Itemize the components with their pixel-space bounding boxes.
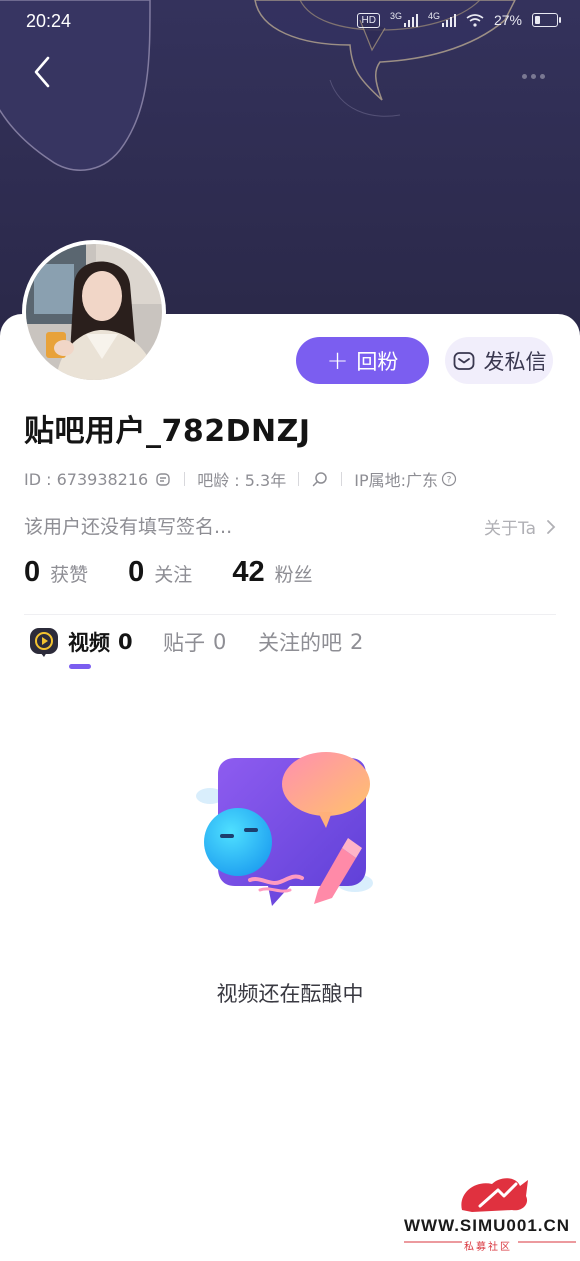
mail-icon — [453, 351, 474, 370]
watermark-subtitle: 私募社区 — [464, 1242, 512, 1253]
tab-count: 2 — [350, 630, 364, 654]
divider — [341, 472, 343, 486]
more-dots-icon — [522, 74, 527, 79]
stat-label: 获赞 — [50, 564, 89, 586]
plus-icon: + — [326, 345, 349, 376]
chevron-left-icon — [34, 56, 50, 88]
copy-id-button[interactable] — [154, 470, 172, 488]
signal-icon — [403, 13, 418, 27]
status-time: 20:24 — [26, 11, 72, 31]
search-icon — [312, 472, 327, 487]
follow-back-label: 回粉 — [356, 349, 399, 374]
active-tab-indicator — [69, 664, 91, 669]
avatar[interactable] — [22, 240, 166, 384]
divider — [184, 472, 186, 486]
tab-count: 0 — [118, 630, 133, 654]
back-button[interactable] — [30, 52, 60, 92]
watermark-url: WWW.SIMU001.CN — [404, 1216, 571, 1235]
divider — [298, 472, 300, 486]
status-bar: 20:24 HD 3G 4G 27% — [0, 0, 580, 44]
tab-followed-bars[interactable]: 关注的吧 2 — [258, 622, 363, 662]
battery-icon — [532, 13, 561, 27]
help-icon: ? — [441, 471, 457, 487]
video-play-icon — [30, 628, 58, 657]
network-3g-indicator: 3G — [390, 11, 418, 27]
follow-back-button[interactable]: + 回粉 — [296, 337, 429, 384]
empty-state-text: 视频还在酝酿中 — [216, 982, 364, 1006]
copy-icon — [156, 473, 170, 486]
hd-badge: HD — [357, 12, 380, 28]
tab-label: 关注的吧 — [258, 631, 342, 655]
stat-following[interactable]: 0 关注 — [128, 556, 192, 589]
tab-videos[interactable]: 视频 0 — [28, 622, 133, 662]
stat-number: 0 — [128, 556, 145, 588]
username: 贴吧用户_782DNZJ — [24, 414, 311, 449]
stat-fans[interactable]: 42 粉丝 — [232, 556, 312, 589]
bio-row: 该用户还没有填写签名... 关于Ta — [24, 512, 556, 540]
stat-number: 0 — [24, 556, 41, 588]
tab-count: 0 — [213, 630, 227, 654]
user-id: ID : 673938216 — [24, 469, 149, 489]
empty-state-illustration — [190, 748, 380, 918]
tab-label: 视频 — [68, 631, 110, 655]
about-ta-label: 关于Ta — [484, 519, 536, 539]
stat-label: 关注 — [154, 564, 193, 586]
tab-posts[interactable]: 贴子 0 — [163, 622, 226, 662]
network-4g-indicator: 4G — [428, 11, 456, 27]
ip-help-button[interactable]: ? — [441, 471, 457, 487]
section-divider — [24, 614, 556, 615]
search-badge-button[interactable] — [311, 470, 329, 488]
chevron-right-icon — [547, 519, 556, 534]
profile-meta: ID : 673938216 吧龄 : 5.3年 IP属地:广东 ? — [24, 467, 457, 491]
stat-label: 粉丝 — [274, 564, 313, 586]
tab-label: 贴子 — [163, 631, 205, 655]
send-message-button[interactable]: 发私信 — [445, 337, 553, 384]
send-message-label: 发私信 — [483, 349, 547, 374]
wifi-icon — [466, 14, 484, 27]
stats-row: 0 获赞 0 关注 42 粉丝 — [24, 556, 353, 589]
more-button[interactable] — [522, 64, 552, 79]
stat-number: 42 — [232, 556, 265, 588]
site-watermark: WWW.SIMU001.CN 私募社区 — [400, 1172, 580, 1257]
forum-age: 吧龄 : 5.3年 — [197, 471, 287, 490]
ip-location: IP属地:广东 — [354, 471, 438, 490]
bio-text: 该用户还没有填写签名... — [24, 516, 233, 538]
avatar-image — [26, 244, 162, 380]
content-tabs: 视频 0 贴子 0 关注的吧 2 — [28, 622, 568, 682]
stat-likes[interactable]: 0 获赞 — [24, 556, 88, 589]
svg-text:?: ? — [447, 476, 452, 486]
battery-percent: 27% — [493, 12, 522, 28]
status-indicators: HD 3G 4G 27% — [357, 11, 561, 28]
about-ta-link[interactable]: 关于Ta — [484, 514, 556, 539]
signal-icon — [441, 13, 456, 27]
